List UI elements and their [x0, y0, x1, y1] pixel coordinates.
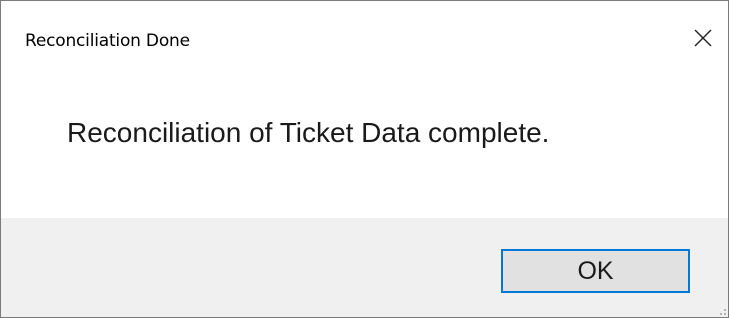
- title-bar[interactable]: Reconciliation Done: [1, 1, 728, 81]
- dialog-content: Reconciliation of Ticket Data complete.: [1, 81, 728, 218]
- resize-grip-icon[interactable]: [716, 305, 726, 315]
- dialog-title: Reconciliation Done: [25, 31, 190, 51]
- close-button[interactable]: [678, 15, 728, 61]
- dialog-message: Reconciliation of Ticket Data complete.: [67, 117, 550, 148]
- close-icon: [694, 29, 712, 47]
- button-area: OK: [1, 218, 728, 317]
- ok-button[interactable]: OK: [501, 249, 690, 293]
- message-dialog: Reconciliation Done Reconciliation of Ti…: [0, 0, 729, 318]
